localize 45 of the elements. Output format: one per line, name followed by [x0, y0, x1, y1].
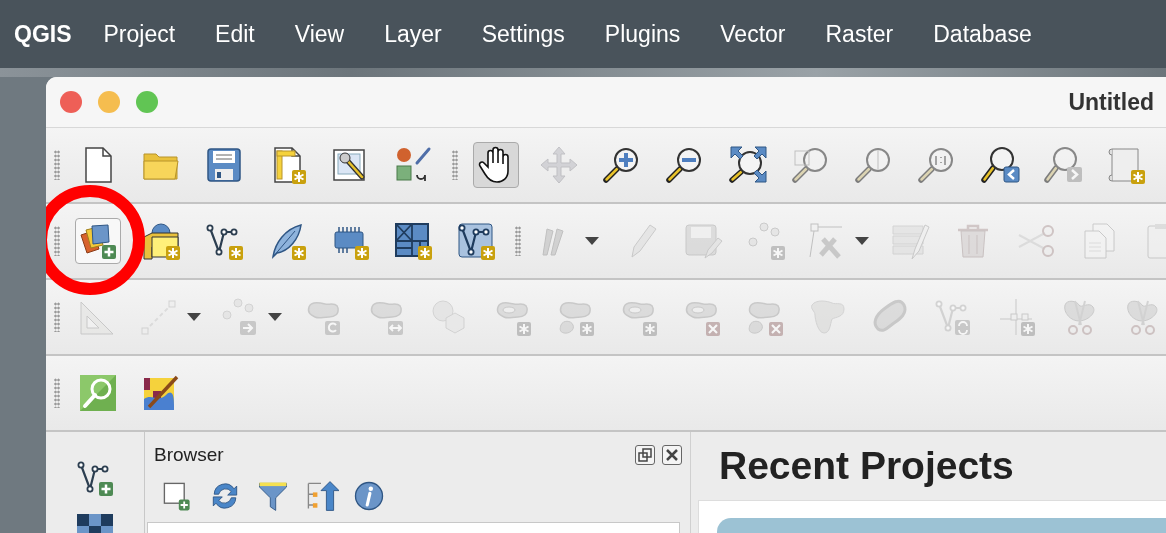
dropdown-caret-icon — [267, 313, 282, 321]
window-title: Untitled — [1068, 88, 1155, 116]
menu-item[interactable]: Project — [83, 20, 196, 48]
toolbar-grip[interactable] — [54, 150, 60, 180]
panel-title: Browser — [154, 444, 224, 466]
close-panel-button[interactable] — [662, 445, 682, 465]
section-heading: Recent Projects — [719, 444, 1015, 488]
scroll-icon — [1105, 145, 1146, 185]
menu-item[interactable]: Settings — [461, 20, 585, 48]
vertex-box-icon — [455, 221, 496, 261]
table-pencil-icon — [889, 221, 930, 261]
menu-item[interactable]: View — [274, 20, 365, 48]
menu-item[interactable]: Vector — [700, 20, 806, 48]
box-globe-icon — [140, 221, 181, 261]
toolbar-grip[interactable] — [452, 150, 458, 180]
toolbar-grip[interactable] — [54, 302, 60, 332]
dropdown-caret-icon — [186, 313, 201, 321]
windows-icon — [638, 448, 652, 462]
menu-item[interactable]: Database — [913, 20, 1052, 48]
toolbar-grip[interactable] — [54, 378, 60, 408]
toolbar-grip[interactable] — [54, 226, 60, 256]
toolbar-grip[interactable] — [515, 226, 521, 256]
app-name[interactable]: QGIS — [14, 20, 72, 48]
close-window-button[interactable] — [60, 91, 82, 113]
menu-item[interactable]: Layer — [364, 20, 462, 48]
layers-plus-icon — [77, 221, 118, 261]
dropdown-caret-icon — [584, 237, 599, 245]
pan-button[interactable] — [472, 142, 519, 188]
dashed-line-icon — [138, 297, 179, 337]
minimize-button[interactable] — [98, 91, 120, 113]
add-layer-button[interactable] — [74, 218, 121, 264]
zoom-button[interactable] — [136, 91, 158, 113]
magnifier-tile-icon — [77, 373, 118, 413]
menu-item[interactable]: Plugins — [584, 20, 701, 48]
menu-item[interactable]: Edit — [195, 20, 275, 48]
float-panel-button[interactable] — [635, 445, 655, 465]
zoom-next-icon — [1042, 145, 1083, 185]
zoom-full-icon — [727, 145, 768, 185]
points-icon — [745, 221, 786, 261]
zoom-last-icon — [979, 145, 1020, 185]
dropdown-caret-icon — [854, 237, 869, 245]
floppy-pencil-icon — [682, 221, 723, 261]
four-arrows-icon — [538, 145, 579, 185]
menu-item[interactable]: Raster — [805, 20, 914, 48]
close-icon — [665, 448, 679, 462]
